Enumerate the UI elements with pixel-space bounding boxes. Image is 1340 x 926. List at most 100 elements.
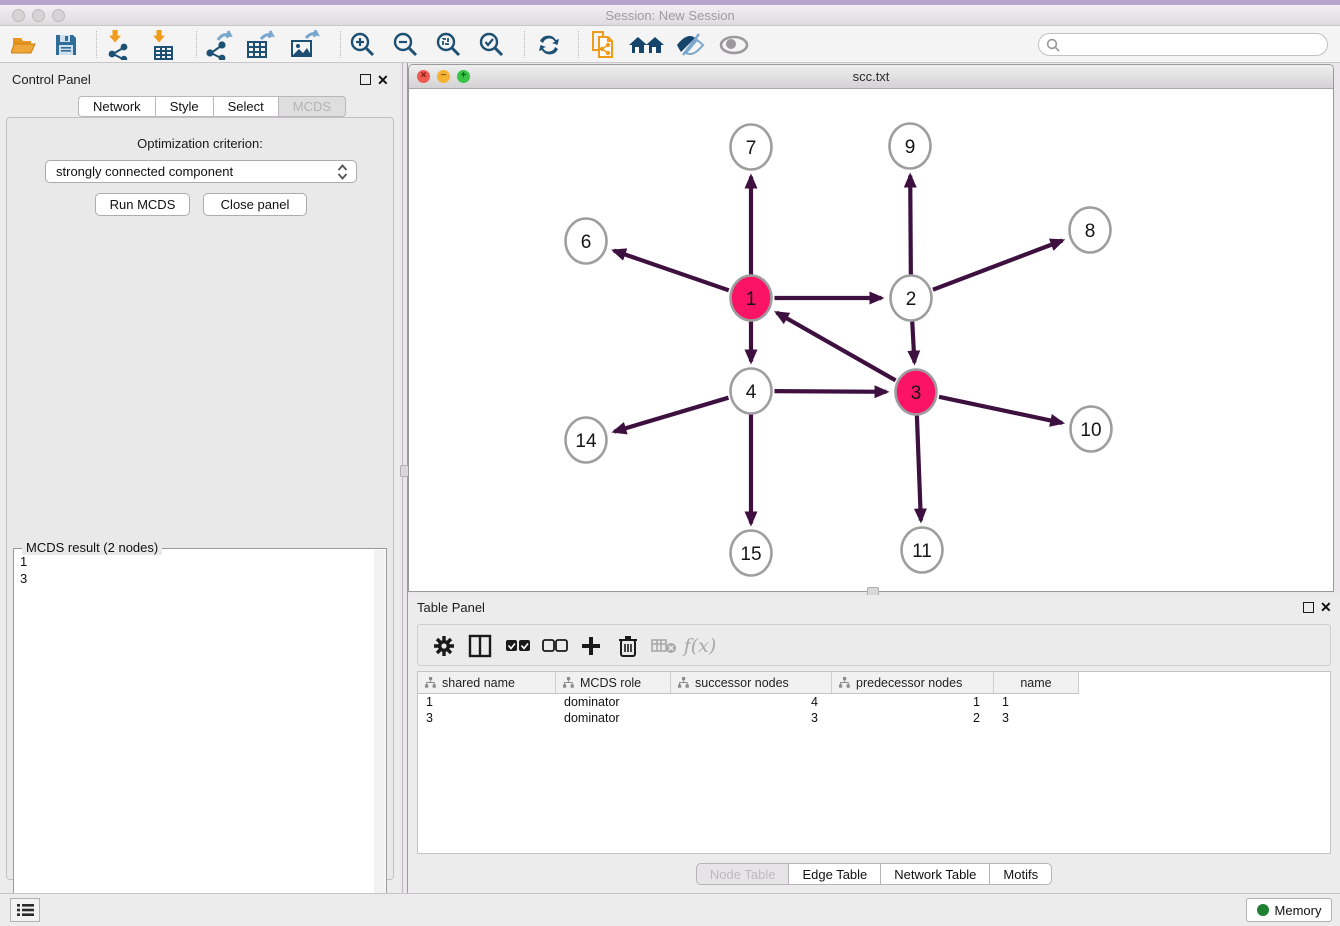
zoom-selected-icon[interactable] — [474, 29, 510, 61]
hide-selected-icon[interactable] — [672, 29, 708, 61]
table-panel-tabs: Node TableEdge TableNetwork TableMotifs — [408, 863, 1340, 885]
window-title: Session: New Session — [0, 8, 1340, 23]
graph-edge-1-6[interactable] — [614, 251, 729, 291]
network-graph-canvas[interactable]: 1234678910111415 — [409, 89, 1333, 591]
import-table-icon[interactable] — [146, 29, 182, 61]
control-tab-style[interactable]: Style — [156, 96, 214, 117]
main-toolbar — [0, 26, 1340, 63]
zoom-fit-icon[interactable] — [431, 29, 467, 61]
graph-node-label-15: 15 — [740, 544, 761, 565]
task-history-button[interactable] — [10, 898, 40, 922]
column-type-icon — [563, 677, 574, 688]
control-tab-network[interactable]: Network — [78, 96, 156, 117]
delete-table-icon[interactable] — [648, 630, 680, 662]
table-tab-motifs[interactable]: Motifs — [990, 863, 1052, 885]
column-header-MCDS-role[interactable]: MCDS role — [556, 672, 671, 694]
delete-column-icon[interactable] — [612, 630, 644, 662]
graph-node-label-14: 14 — [575, 431, 597, 452]
column-header-shared-name[interactable]: shared name — [418, 672, 556, 694]
search-input[interactable] — [1038, 33, 1328, 56]
node-table-header: shared nameMCDS role successor nodes prede… — [418, 672, 1079, 694]
mcds-result-title: MCDS result (2 nodes) — [22, 540, 162, 555]
table-row[interactable]: 3dominator323 — [418, 711, 1330, 727]
column-header-label: name — [1020, 676, 1051, 690]
column-header-predecessor-nodes[interactable]: predecessor nodes — [832, 672, 994, 694]
table-cell: 2 — [832, 711, 980, 725]
node-table[interactable]: shared nameMCDS role successor nodes prede… — [417, 671, 1331, 854]
column-header-label: successor nodes — [695, 676, 789, 690]
graph-edge-2-3[interactable] — [912, 321, 914, 362]
column-header-successor-nodes[interactable]: successor nodes — [671, 672, 832, 694]
control-panel-title: Control Panel — [12, 72, 91, 87]
network-window-title: scc.txt — [409, 69, 1333, 84]
control-tab-select[interactable]: Select — [214, 96, 279, 117]
close-panel-icon[interactable]: ✕ — [377, 72, 389, 89]
float-panel-icon[interactable] — [360, 74, 371, 85]
table-cell: 3 — [671, 711, 818, 725]
graph-edge-3-11[interactable] — [917, 415, 921, 520]
graph-node-label-2: 2 — [906, 289, 917, 310]
column-type-icon — [839, 677, 850, 688]
zoom-out-icon[interactable] — [388, 29, 424, 61]
run-mcds-button[interactable]: Run MCDS — [95, 193, 190, 216]
apply-layout-icon[interactable] — [531, 29, 567, 61]
zoom-in-icon[interactable] — [345, 29, 381, 61]
add-column-icon[interactable] — [575, 630, 607, 662]
table-row[interactable]: 1dominator411 — [418, 695, 1330, 711]
mcds-result-text[interactable]: 1 3 — [20, 553, 27, 587]
toolbar-separator — [524, 31, 525, 58]
table-cell: dominator — [564, 695, 620, 709]
graph-node-label-9: 9 — [905, 137, 916, 158]
save-session-icon[interactable] — [48, 29, 84, 61]
graph-edges[interactable] — [614, 175, 1063, 523]
graph-edge-3-10[interactable] — [939, 397, 1062, 423]
select-all-rows-icon[interactable] — [502, 630, 534, 662]
close-table-panel-icon[interactable]: ✕ — [1320, 599, 1332, 616]
settings-gear-icon[interactable] — [428, 630, 460, 662]
table-cell: 4 — [671, 695, 818, 709]
export-image-icon[interactable] — [287, 29, 323, 61]
import-network-icon[interactable] — [102, 29, 138, 61]
deselect-all-rows-icon[interactable] — [539, 630, 571, 662]
graph-edge-2-8[interactable] — [933, 240, 1062, 289]
column-header-label: predecessor nodes — [856, 676, 962, 690]
network-window-titlebar[interactable]: × − + scc.txt — [409, 65, 1333, 89]
open-session-icon[interactable] — [8, 29, 44, 61]
graph-edge-2-9[interactable] — [910, 175, 911, 274]
toolbar-separator — [340, 31, 341, 58]
memory-label: Memory — [1275, 903, 1322, 918]
table-tab-node-table[interactable]: Node Table — [696, 863, 790, 885]
table-tab-network-table[interactable]: Network Table — [881, 863, 990, 885]
mcds-result-scrollbar[interactable] — [374, 550, 385, 922]
toolbar-separator — [196, 31, 197, 58]
graph-node-label-3: 3 — [911, 383, 922, 404]
criterion-select[interactable]: strongly connected component — [45, 160, 357, 183]
control-tab-mcds[interactable]: MCDS — [279, 96, 346, 117]
column-header-name[interactable]: name — [994, 672, 1079, 694]
graph-node-label-11: 11 — [912, 541, 932, 562]
export-network-icon[interactable] — [201, 29, 237, 61]
criterion-select-value: strongly connected component — [56, 164, 233, 179]
close-panel-button[interactable]: Close panel — [203, 193, 307, 216]
graph-node-label-7: 7 — [746, 138, 757, 159]
table-panel: Table Panel ✕ — [408, 595, 1340, 893]
graph-edge-4-14[interactable] — [614, 398, 728, 432]
search-icon — [1046, 38, 1060, 52]
export-table-icon[interactable] — [243, 29, 279, 61]
table-cell: 1 — [832, 695, 980, 709]
graph-edge-3-1[interactable] — [777, 313, 896, 381]
optimization-criterion-label: Optimization criterion: — [7, 136, 393, 151]
graph-node-label-10: 10 — [1080, 420, 1101, 441]
float-table-panel-icon[interactable] — [1303, 602, 1314, 613]
clone-network-icon[interactable] — [586, 29, 622, 61]
table-cell: 3 — [426, 711, 433, 725]
show-all-networks-icon[interactable] — [628, 29, 664, 61]
list-icon — [17, 903, 34, 917]
table-tab-edge-table[interactable]: Edge Table — [789, 863, 881, 885]
graph-edge-4-3[interactable] — [774, 391, 886, 392]
memory-button[interactable]: Memory — [1246, 898, 1332, 922]
title-bar: Session: New Session — [0, 5, 1340, 26]
show-hide-view-icon[interactable] — [716, 29, 752, 61]
toggle-column-view-icon[interactable] — [464, 630, 496, 662]
toolbar-separator — [96, 31, 97, 58]
